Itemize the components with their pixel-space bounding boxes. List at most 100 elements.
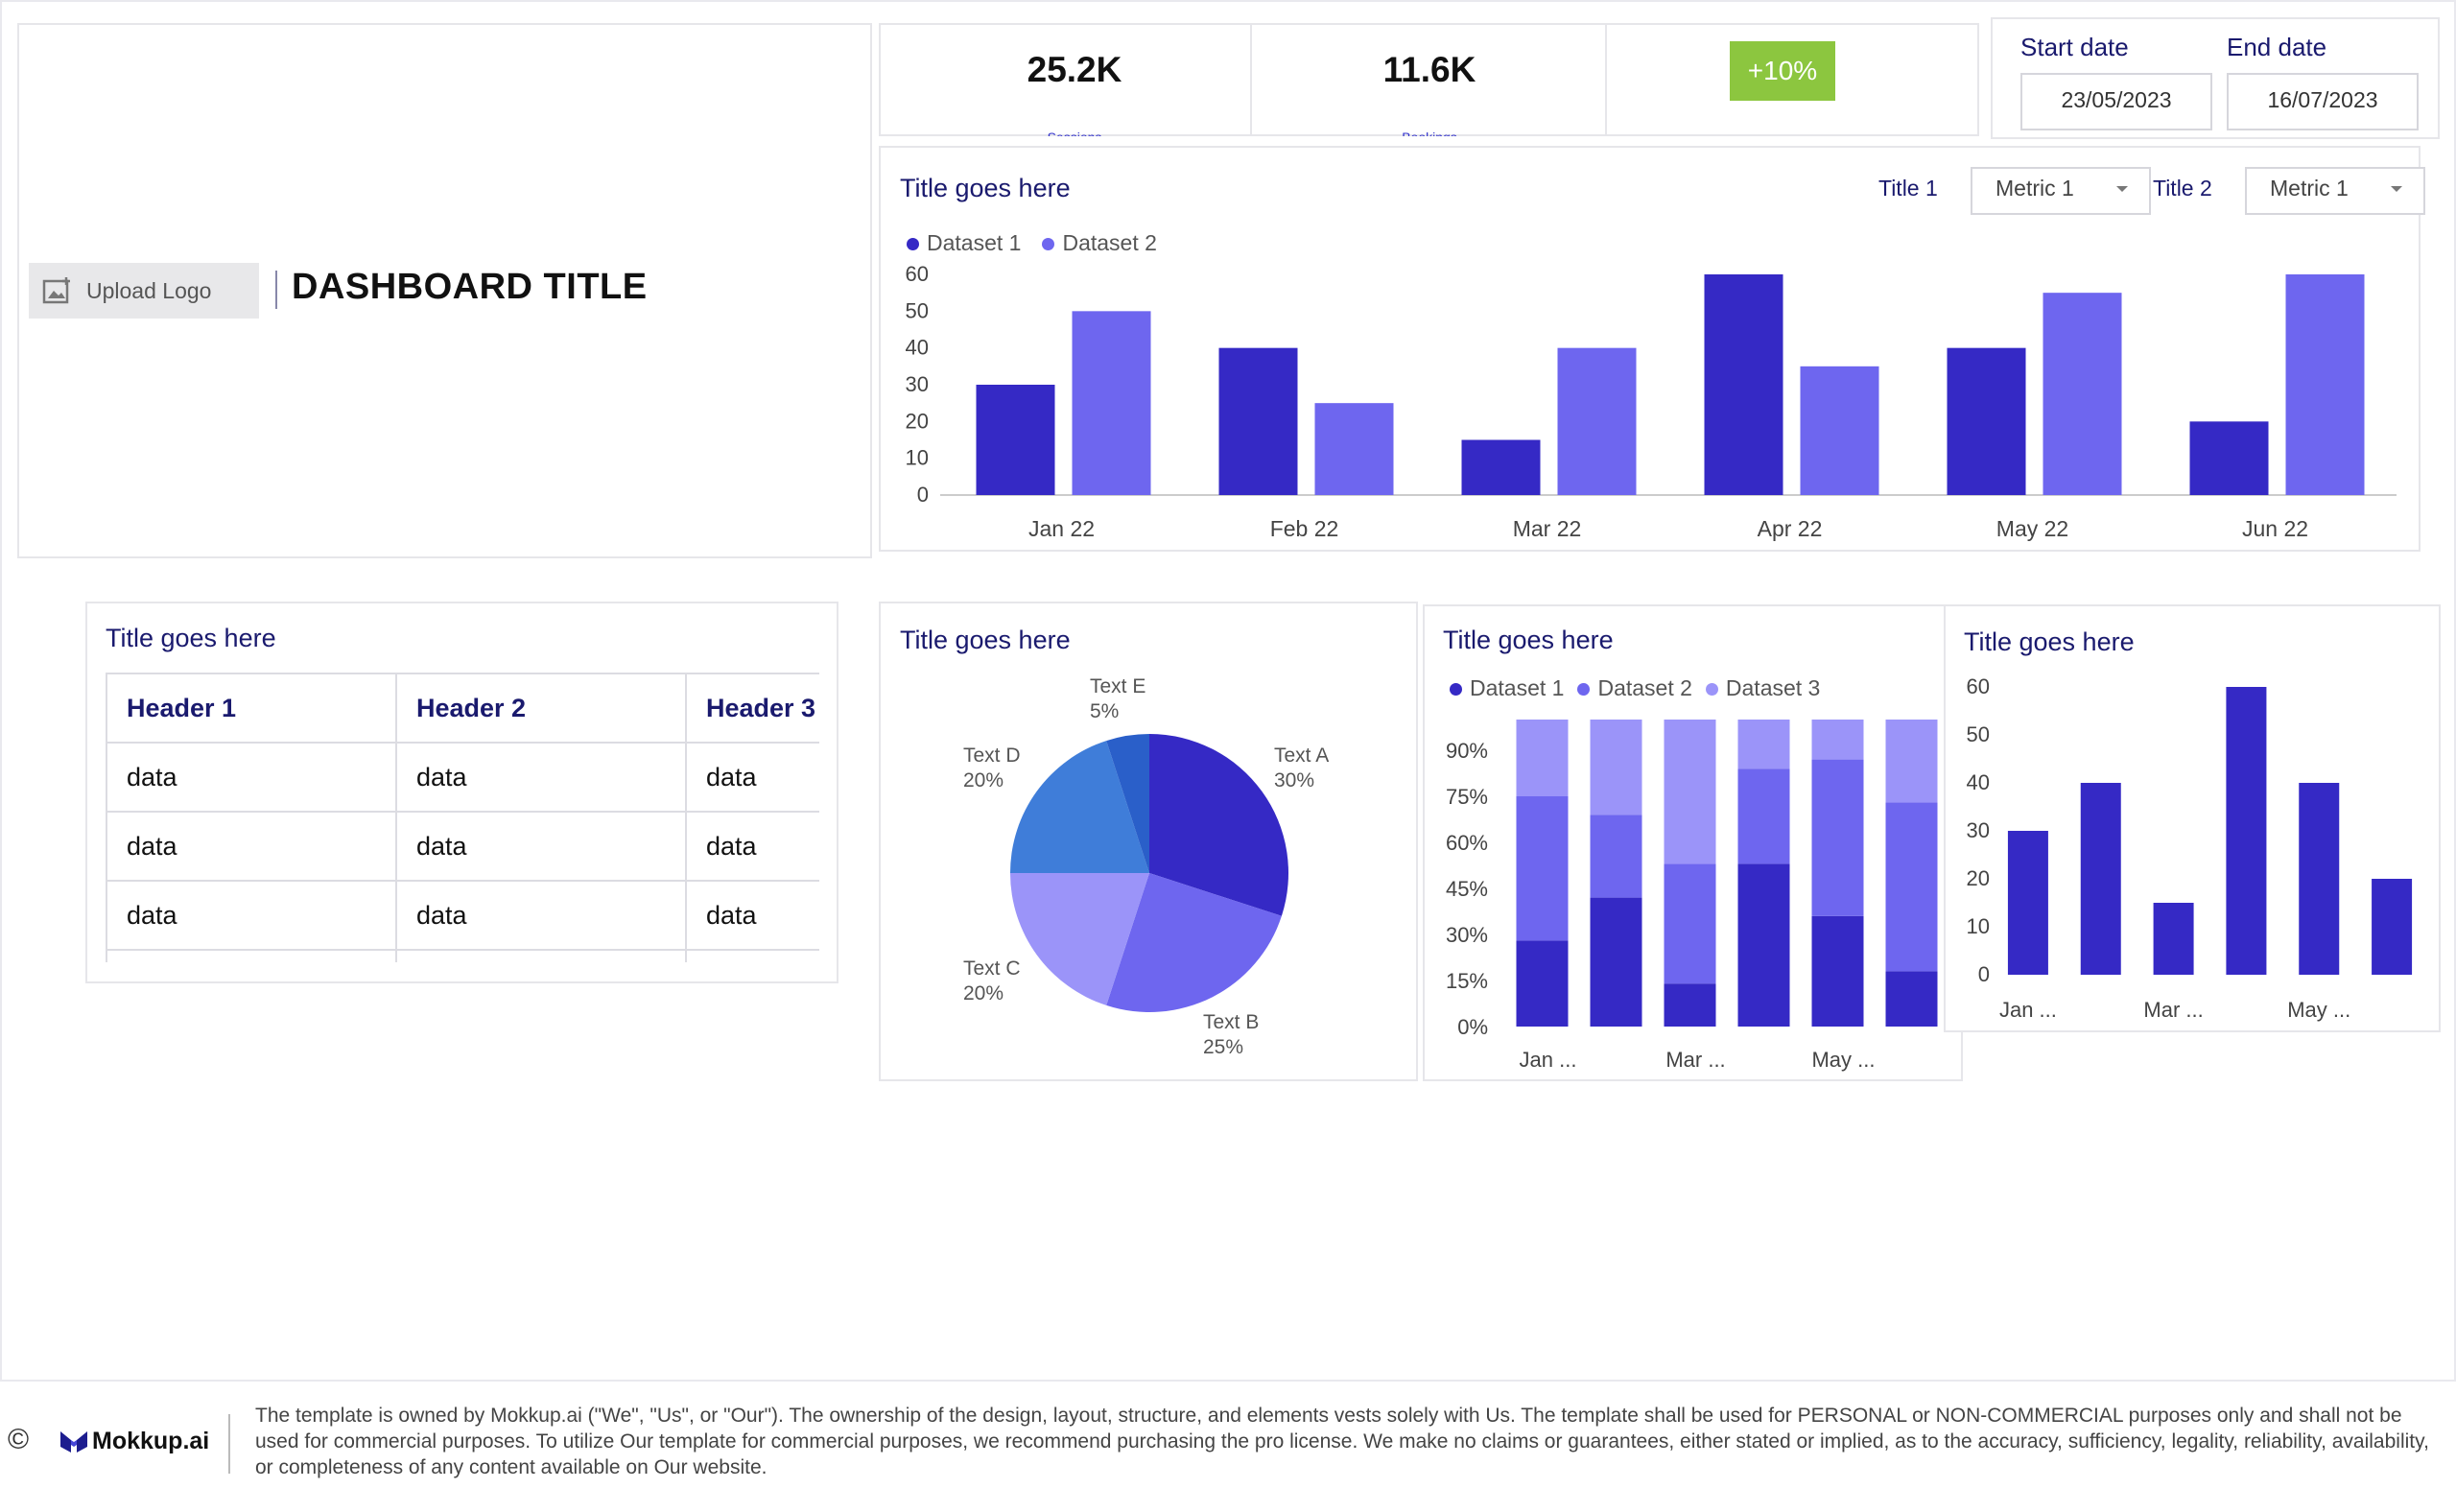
- y-tick-label: 60%: [1446, 831, 1488, 855]
- y-tick-label: 30: [1967, 818, 1990, 842]
- pie-chart: Text A30%Text B25%Text C20%Text D20%Text…: [963, 675, 1329, 1058]
- y-tick-label: 0%: [1457, 1015, 1488, 1039]
- start-date-field[interactable]: 23/05/2023: [2020, 73, 2212, 130]
- x-tick-label: Mar 22: [1513, 516, 1582, 541]
- bar: [1218, 347, 1298, 495]
- data-table: Header 1 Header 2 Header 3 data data dat…: [106, 673, 819, 962]
- pie-slice-value: 30%: [1274, 769, 1314, 791]
- bar: [1947, 347, 2026, 495]
- table-cell: data: [395, 811, 687, 882]
- x-tick-label: Jan ...: [1520, 1048, 1577, 1072]
- metric-2-dropdown-value: Metric 1: [2270, 176, 2349, 201]
- end-date-field[interactable]: 16/07/2023: [2227, 73, 2419, 130]
- y-tick-label: 10: [1967, 914, 1990, 938]
- title-divider: [275, 271, 277, 309]
- table-row: [106, 949, 819, 962]
- table-header-row: Header 1 Header 2 Header 3: [106, 673, 819, 744]
- stacked-segment: [1516, 940, 1569, 1027]
- y-tick-label: 10: [906, 446, 929, 470]
- pie-slice-label: Text E: [1090, 675, 1145, 697]
- stacked-segment: [1737, 720, 1790, 769]
- table-row: data data data: [106, 742, 819, 813]
- dashboard-title: DASHBOARD TITLE: [292, 267, 648, 307]
- mokkup-brand: Mokkup.ai: [92, 1428, 210, 1454]
- x-tick-label: Mar ...: [1665, 1048, 1725, 1072]
- y-tick-label: 45%: [1446, 877, 1488, 901]
- chevron-down-icon: [2116, 186, 2128, 192]
- table-row: data data data: [106, 880, 819, 951]
- kpi-divider: [1605, 25, 1607, 134]
- legend-item[interactable]: Dataset 3: [1705, 675, 1820, 701]
- table-cell: data: [395, 742, 687, 813]
- table-row: data data data: [106, 811, 819, 882]
- metric-2-dropdown[interactable]: Metric 1: [2245, 167, 2425, 215]
- stacked-segment: [1664, 983, 1716, 1027]
- x-tick-label: Jan ...: [1999, 998, 2057, 1022]
- legend-item[interactable]: Dataset 2: [1577, 675, 1692, 701]
- bar: [1072, 311, 1151, 495]
- stacked-bar-chart: 0% 15% 30% 45% 60% 75% 90% Jan ... Mar ... May ..…: [1446, 720, 1938, 1072]
- y-tick-label: 30%: [1446, 923, 1488, 947]
- stacked-segment: [1885, 971, 1938, 1027]
- main-chart-legend: Dataset 1 Dataset 2: [907, 230, 1157, 256]
- stacked-legend: Dataset 1 Dataset 2 Dataset 3: [1450, 675, 1820, 701]
- y-tick-label: 30: [906, 372, 929, 396]
- chevron-down-icon: [2391, 186, 2402, 192]
- table-header: Header 1: [106, 673, 397, 744]
- stacked-segment: [1664, 720, 1716, 864]
- bar: [1557, 347, 1637, 495]
- stacked-segment: [1516, 720, 1569, 796]
- pie-slice-value: 20%: [963, 769, 1004, 791]
- pie-slice-value: 5%: [1090, 700, 1119, 722]
- start-date-label: Start date: [2020, 33, 2129, 61]
- control-1-title: Title 1: [1878, 176, 1938, 201]
- bar: [1704, 274, 1783, 495]
- kpi-label-2: Bookings: [1334, 130, 1525, 136]
- bar: [2043, 293, 2122, 495]
- bar: [1461, 439, 1541, 495]
- x-tick-label: Mar ...: [2143, 998, 2203, 1022]
- pie-slice-value: 25%: [1203, 1036, 1243, 1058]
- y-tick-label: 60: [1967, 674, 1990, 698]
- y-tick-label: 50: [906, 298, 929, 322]
- stacked-segment: [1885, 720, 1938, 803]
- table-title: Title goes here: [106, 624, 276, 652]
- y-tick-label: 0: [917, 483, 929, 507]
- pie-slice-label: Text D: [963, 744, 1021, 767]
- image-upload-icon: [42, 275, 73, 306]
- table-cell: data: [106, 880, 397, 951]
- bar: [2299, 783, 2340, 975]
- footer-disclaimer: The template is owned by Mokkup.ai ("We"…: [255, 1405, 2429, 1478]
- legend-item[interactable]: Dataset 1: [907, 230, 1021, 256]
- metric-1-dropdown-value: Metric 1: [1996, 176, 2074, 201]
- bar: [2285, 274, 2365, 495]
- stacked-segment: [1737, 768, 1790, 864]
- pie-slice-label: Text C: [963, 957, 1021, 980]
- table-viewport: Header 1 Header 2 Header 3 data data dat…: [106, 673, 819, 962]
- legend-label: Dataset 2: [1062, 230, 1157, 255]
- kpi-change-badge: +10%: [1730, 41, 1835, 101]
- end-date-label: End date: [2227, 33, 2327, 61]
- table-cell: data: [106, 811, 397, 882]
- legend-item[interactable]: Dataset 1: [1450, 675, 1564, 701]
- small-bar-title: Title goes here: [1964, 627, 2135, 656]
- table-cell: data: [685, 880, 819, 951]
- mokkup-logo[interactable]: Mokkup.ai: [59, 1428, 209, 1455]
- small-bar-chart: 0 10 20 30 40 50 60 Jan ... Mar ... May ...: [1967, 674, 2413, 1022]
- x-tick-label: May 22: [1996, 516, 2068, 541]
- kpi-value-1: 25.2K: [1027, 50, 1122, 89]
- x-tick-label: Jan 22: [1028, 516, 1095, 541]
- stacked-segment: [1516, 796, 1569, 941]
- kpi-label-1: Sessions: [979, 130, 1170, 136]
- bar: [2080, 783, 2121, 975]
- upload-logo-button[interactable]: Upload Logo: [29, 263, 259, 319]
- stacked-segment: [1811, 759, 1864, 916]
- metric-1-dropdown[interactable]: Metric 1: [1971, 167, 2151, 215]
- bar: [2153, 903, 2194, 975]
- y-tick-label: 75%: [1446, 785, 1488, 809]
- table-cell: data: [685, 742, 819, 813]
- pie-title: Title goes here: [900, 626, 1071, 654]
- x-tick-label: Jun 22: [2242, 516, 2308, 541]
- footer: © Mokkup.ai The template is owned by Mok…: [0, 1382, 2456, 1512]
- legend-item[interactable]: Dataset 2: [1042, 230, 1157, 256]
